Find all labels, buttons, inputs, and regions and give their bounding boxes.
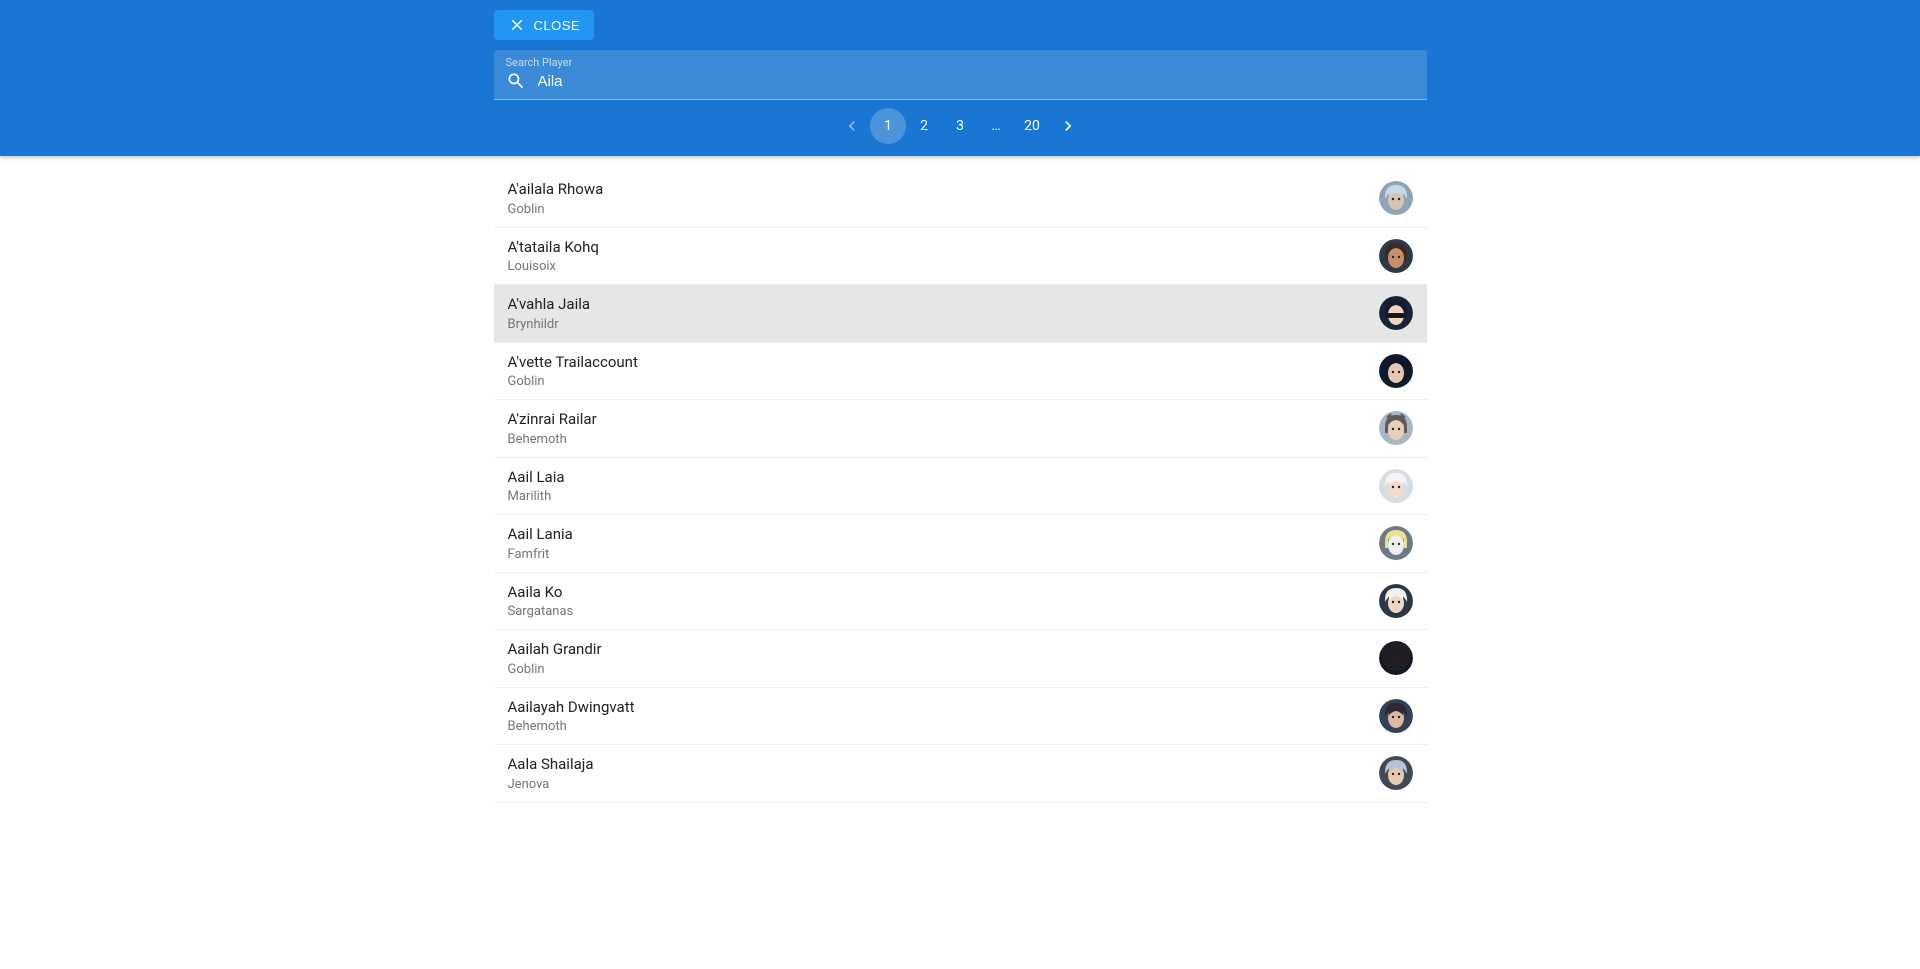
- result-row[interactable]: A'vahla Jaila Brynhildr: [494, 285, 1427, 343]
- avatar: [1379, 584, 1413, 618]
- player-name: A'zinrai Railar: [508, 410, 597, 430]
- search-header: CLOSE Search Player 123…20: [0, 0, 1920, 156]
- player-name: A'vahla Jaila: [508, 295, 591, 315]
- player-name: Aailayah Dwingvatt: [508, 698, 635, 718]
- pagination-prev[interactable]: [834, 108, 870, 144]
- avatar: [1379, 756, 1413, 790]
- player-server: Behemoth: [508, 432, 597, 447]
- result-row[interactable]: Aailayah DwingvattBehemoth: [494, 688, 1427, 746]
- avatar: [1379, 296, 1413, 330]
- player-server: Brynhildr: [508, 317, 591, 332]
- result-row[interactable]: A'ailala Rhowa Goblin: [494, 170, 1427, 228]
- pagination-page-20[interactable]: 20: [1014, 108, 1050, 144]
- pagination-page-2[interactable]: 2: [906, 108, 942, 144]
- pagination-next[interactable]: [1050, 108, 1086, 144]
- player-name: A'ailala Rhowa: [508, 180, 604, 200]
- result-text: Aail LaiaMarilith: [508, 468, 565, 505]
- result-row[interactable]: Aaila KoSargatanas: [494, 573, 1427, 631]
- player-server: Marilith: [508, 489, 565, 504]
- result-text: Aail Lania Famfrit: [508, 525, 573, 562]
- close-button-label: CLOSE: [534, 18, 581, 33]
- result-row[interactable]: Aala Shailaja Jenova: [494, 745, 1427, 803]
- result-text: A'zinrai Railar Behemoth: [508, 410, 597, 447]
- player-name: Aail Lania: [508, 525, 573, 545]
- avatar: [1379, 239, 1413, 273]
- chevron-right-icon: [1058, 116, 1078, 136]
- player-server: Famfrit: [508, 547, 573, 562]
- search-label: Search Player: [506, 56, 1415, 69]
- avatar: [1379, 181, 1413, 215]
- result-text: A'tataila KohqLouisoix: [508, 238, 599, 275]
- player-name: Aaila Ko: [508, 583, 574, 603]
- result-row[interactable]: Aail Lania Famfrit: [494, 515, 1427, 573]
- player-name: A'vette Trailaccount: [508, 353, 638, 373]
- player-server: Sargatanas: [508, 604, 574, 619]
- close-icon: [508, 16, 526, 34]
- avatar: [1379, 411, 1413, 445]
- result-text: A'ailala Rhowa Goblin: [508, 180, 604, 217]
- result-text: Aaila KoSargatanas: [508, 583, 574, 620]
- player-server: Goblin: [508, 662, 602, 677]
- search-icon: [506, 71, 526, 91]
- avatar: [1379, 354, 1413, 388]
- result-row[interactable]: A'tataila KohqLouisoix: [494, 228, 1427, 286]
- player-server: Goblin: [508, 374, 638, 389]
- avatar: [1379, 699, 1413, 733]
- pagination-page-3[interactable]: 3: [942, 108, 978, 144]
- result-row[interactable]: Aailah Grandir Goblin: [494, 630, 1427, 688]
- result-row[interactable]: Aail LaiaMarilith: [494, 458, 1427, 516]
- chevron-left-icon: [842, 116, 862, 136]
- result-text: Aala Shailaja Jenova: [508, 755, 594, 792]
- result-text: A'vahla Jaila Brynhildr: [508, 295, 591, 332]
- player-server: Goblin: [508, 202, 604, 217]
- search-input[interactable]: [536, 72, 1415, 91]
- result-row[interactable]: A'zinrai Railar Behemoth: [494, 400, 1427, 458]
- result-text: Aailayah DwingvattBehemoth: [508, 698, 635, 735]
- player-name: Aail Laia: [508, 468, 565, 488]
- pagination: 123…20: [494, 100, 1427, 156]
- pagination-page-1[interactable]: 1: [870, 108, 906, 144]
- result-row[interactable]: A'vette TrailaccountGoblin: [494, 343, 1427, 401]
- search-box[interactable]: Search Player: [494, 50, 1427, 100]
- player-name: A'tataila Kohq: [508, 238, 599, 258]
- avatar: [1379, 526, 1413, 560]
- avatar: [1379, 641, 1413, 675]
- close-button[interactable]: CLOSE: [494, 10, 595, 40]
- player-server: Behemoth: [508, 719, 635, 734]
- player-server: Jenova: [508, 777, 594, 792]
- player-server: Louisoix: [508, 259, 599, 274]
- player-name: Aala Shailaja: [508, 755, 594, 775]
- player-name: Aailah Grandir: [508, 640, 602, 660]
- result-text: A'vette TrailaccountGoblin: [508, 353, 638, 390]
- result-text: Aailah Grandir Goblin: [508, 640, 602, 677]
- pagination-ellipsis: …: [978, 108, 1014, 144]
- results-list: A'ailala Rhowa Goblin A'tataila KohqLouiso…: [494, 156, 1427, 803]
- avatar: [1379, 469, 1413, 503]
